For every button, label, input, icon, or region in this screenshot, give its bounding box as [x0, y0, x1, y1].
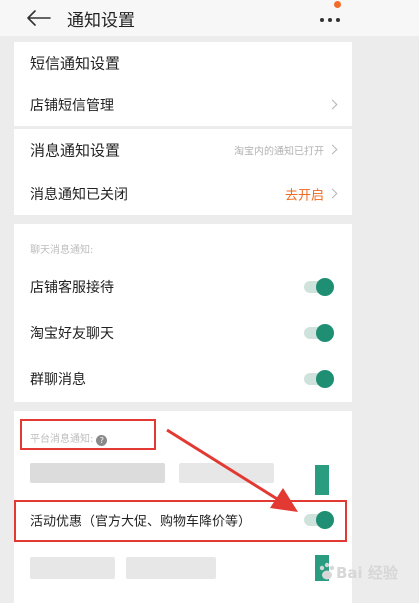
chat-item-group-messages: 群聊消息	[14, 358, 352, 400]
watermark: Bai 经验	[318, 556, 414, 592]
enable-notification-link[interactable]: 去开启	[285, 185, 324, 204]
annotation-box-activity-row	[14, 500, 347, 542]
chat-item-label: 店铺客服接待	[30, 280, 114, 296]
shop-service-toggle[interactable]	[304, 278, 334, 296]
chat-item-taobao-friends: 淘宝好友聊天	[14, 312, 352, 354]
sms-section-title-row: 短信通知设置	[14, 42, 352, 84]
watermark-text: Bai 经验	[336, 564, 398, 582]
blurred-item-1-tail	[179, 463, 274, 483]
sms-settings-card: 短信通知设置 店铺短信管理	[14, 42, 352, 126]
top-bar: 通知设置	[0, 0, 419, 36]
chevron-right-icon	[327, 188, 338, 199]
shop-sms-manage-label: 店铺短信管理	[30, 98, 114, 114]
paw-icon	[319, 562, 335, 580]
chevron-right-icon	[327, 144, 338, 155]
message-settings-card: 消息通知设置 淘宝内的通知已打开 消息通知已关闭 去开启	[14, 129, 352, 215]
blurred-item-1	[30, 463, 165, 483]
annotation-box-platform-label	[20, 419, 156, 450]
chat-item-shop-service: 店铺客服接待	[14, 266, 352, 308]
message-section-title: 消息通知设置	[30, 141, 121, 160]
more-options-icon[interactable]	[316, 8, 344, 28]
notification-dot	[334, 1, 341, 8]
chat-notifications-card: 聊天消息通知: 店铺客服接待 淘宝好友聊天 群聊消息	[14, 224, 352, 402]
notification-closed-row[interactable]: 消息通知已关闭 去开启	[14, 173, 352, 215]
group-messages-toggle[interactable]	[304, 370, 334, 388]
chat-item-label: 群聊消息	[30, 372, 86, 388]
chevron-right-icon	[327, 99, 338, 110]
message-section-hint: 淘宝内的通知已打开	[234, 146, 324, 158]
blurred-item-2	[30, 557, 115, 579]
blurred-toggle-1	[315, 465, 329, 495]
chat-section-label: 聊天消息通知:	[30, 245, 94, 256]
back-arrow-icon[interactable]	[26, 10, 52, 26]
blurred-item-2-mid	[126, 557, 216, 579]
notification-closed-label: 消息通知已关闭	[30, 187, 128, 203]
message-section-row[interactable]: 消息通知设置 淘宝内的通知已打开	[14, 129, 352, 171]
shop-sms-manage-row[interactable]: 店铺短信管理	[14, 84, 352, 126]
taobao-friends-toggle[interactable]	[304, 324, 334, 342]
chat-item-label: 淘宝好友聊天	[30, 326, 114, 342]
sms-section-title: 短信通知设置	[30, 54, 121, 73]
page-title: 通知设置	[67, 11, 135, 31]
